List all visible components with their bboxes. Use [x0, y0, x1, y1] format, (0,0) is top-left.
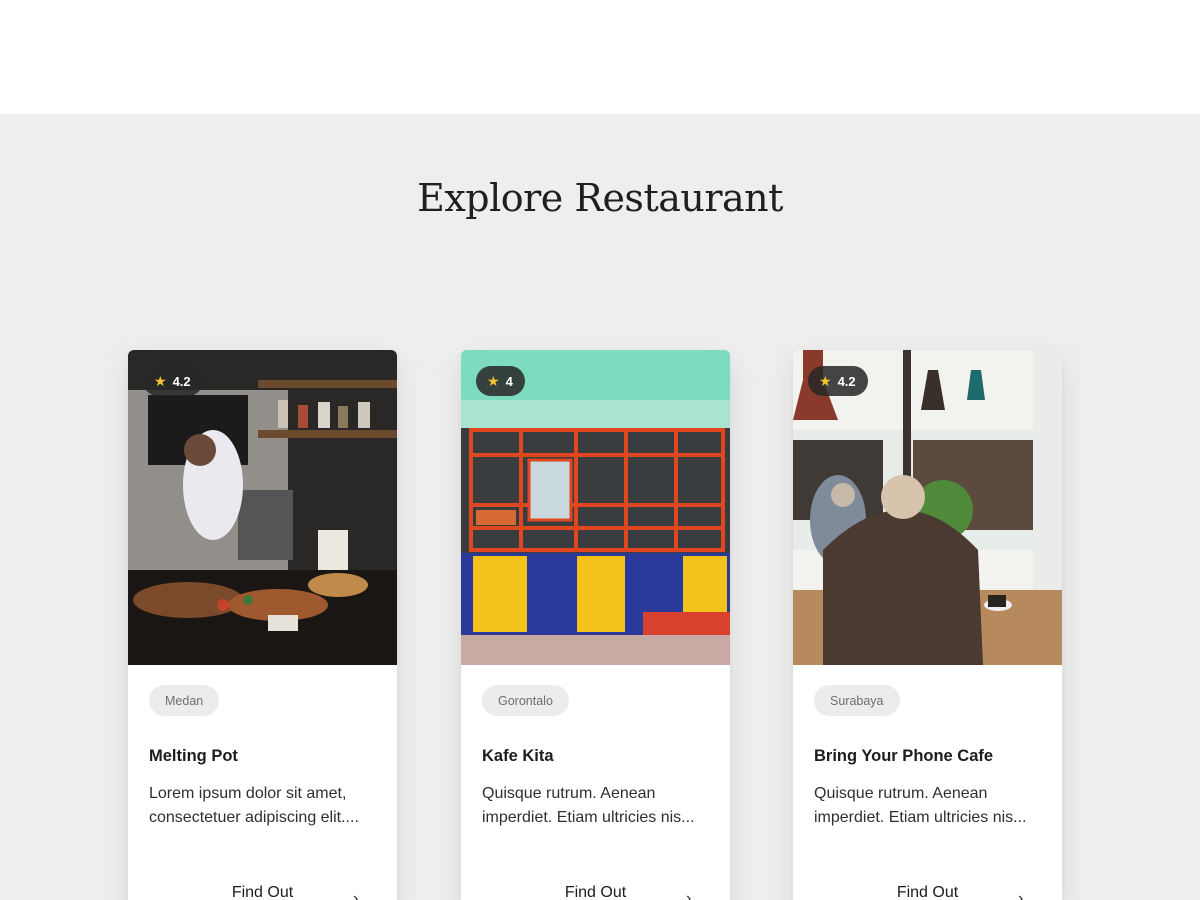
restaurant-description: Lorem ipsum dolor sit amet, consectetuer… — [149, 782, 381, 830]
chevron-right-icon[interactable]: › — [353, 890, 358, 900]
restaurant-card[interactable]: ★ 4.2 Medan Melting Pot Lorem ipsum dolo… — [128, 350, 397, 900]
description-line: Quisque rutrum. Aenean — [814, 785, 988, 802]
city-tag: Surabaya — [814, 685, 900, 716]
restaurant-name: Melting Pot — [149, 747, 238, 765]
restaurant-name: Kafe Kita — [482, 747, 554, 765]
description-line: consectetuer adipiscing elit.... — [149, 809, 359, 826]
chevron-right-icon[interactable]: › — [1018, 890, 1023, 900]
description-line: Quisque rutrum. Aenean — [482, 785, 656, 802]
rating-badge: ★ 4.2 — [143, 366, 203, 396]
restaurant-description: Quisque rutrum. Aenean imperdiet. Etiam … — [814, 782, 1046, 830]
rating-badge: ★ 4.2 — [808, 366, 868, 396]
restaurant-photo: ★ 4.2 — [128, 350, 397, 665]
description-line: Lorem ipsum dolor sit amet, — [149, 785, 347, 802]
top-navbar — [0, 0, 1200, 114]
restaurant-name: Bring Your Phone Cafe — [814, 747, 994, 765]
restaurant-photo: ★ 4 — [461, 350, 730, 665]
description-line: imperdiet. Etiam ultricies nis... — [482, 809, 695, 826]
star-icon: ★ — [819, 373, 832, 389]
city-tag: Medan — [149, 685, 220, 716]
rating-value: 4.2 — [172, 373, 191, 389]
restaurant-photo: ★ 4.2 — [793, 350, 1062, 665]
description-line: imperdiet. Etiam ultricies nis... — [814, 809, 1027, 826]
rating-value: 4.2 — [837, 373, 856, 389]
restaurant-card[interactable]: ★ 4.2 Surabaya Bring Your Phone Cafe Qui… — [793, 350, 1062, 900]
restaurant-description: Quisque rutrum. Aenean imperdiet. Etiam … — [482, 782, 714, 830]
section-title: Explore Restaurant — [417, 176, 783, 220]
city-tag: Gorontalo — [482, 685, 569, 716]
star-icon: ★ — [487, 373, 500, 389]
rating-value: 4 — [505, 373, 513, 389]
restaurant-card[interactable]: ★ 4 Gorontalo Kafe Kita Quisque rutrum. … — [461, 350, 730, 900]
chevron-right-icon[interactable]: › — [686, 890, 691, 900]
rating-badge: ★ 4 — [476, 366, 525, 396]
star-icon: ★ — [154, 373, 167, 389]
